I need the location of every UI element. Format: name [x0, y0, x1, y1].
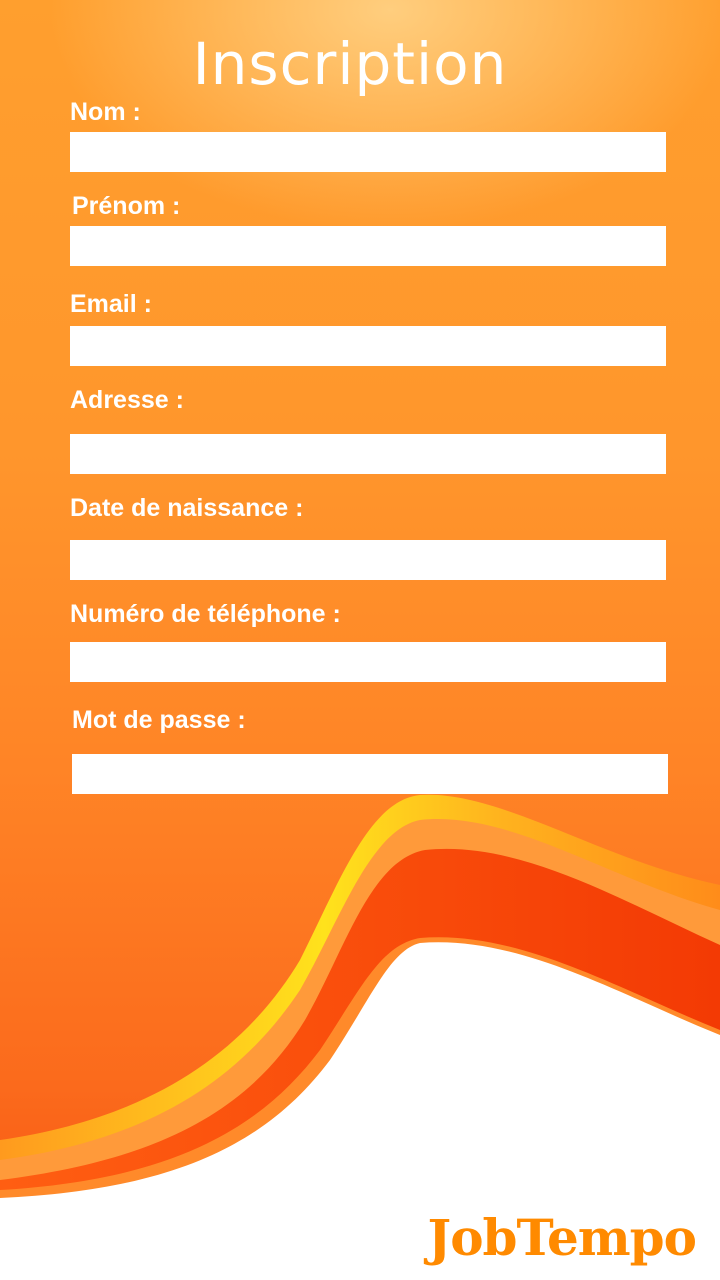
page-title: Inscription [192, 30, 508, 98]
mot-de-passe-input[interactable] [72, 754, 668, 794]
adresse-input[interactable] [70, 434, 666, 474]
registration-screen: Inscription Nom : Prénom : Email : Adres… [0, 0, 720, 1280]
label-telephone: Numéro de téléphone : [70, 600, 341, 628]
prenom-input[interactable] [70, 226, 666, 266]
label-date-naissance: Date de naissance : [70, 494, 304, 522]
date-naissance-input[interactable] [70, 540, 666, 580]
label-nom: Nom : [70, 98, 141, 126]
label-email: Email : [70, 290, 152, 318]
telephone-input[interactable] [70, 642, 666, 682]
label-mot-de-passe: Mot de passe : [72, 706, 246, 734]
nom-input[interactable] [70, 132, 666, 172]
email-input[interactable] [70, 326, 666, 366]
label-adresse: Adresse : [70, 386, 184, 414]
label-prenom: Prénom : [72, 192, 181, 220]
brand-logo: JobTempo [427, 1208, 697, 1267]
